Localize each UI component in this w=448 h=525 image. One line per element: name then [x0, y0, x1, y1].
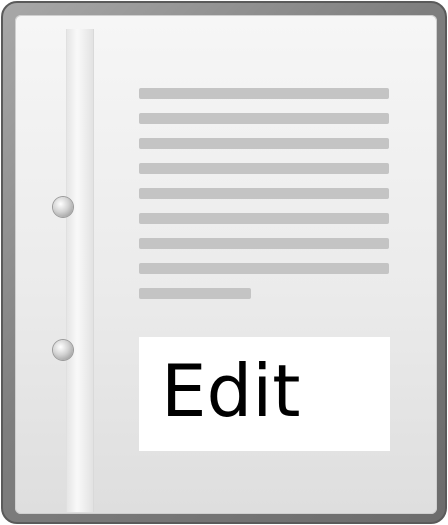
- binding-strip: [66, 29, 94, 512]
- text-line: [139, 238, 389, 249]
- text-line: [139, 263, 389, 274]
- text-line: [139, 213, 389, 224]
- punch-hole-bottom-icon: [53, 340, 73, 360]
- document-icon: Edit: [0, 0, 448, 525]
- edit-label: Edit: [161, 349, 301, 433]
- document-frame: Edit: [1, 1, 447, 524]
- text-lines: [139, 88, 389, 313]
- text-line: [139, 138, 389, 149]
- text-line: [139, 188, 389, 199]
- edit-label-box: Edit: [139, 337, 390, 451]
- text-line: [139, 88, 389, 99]
- text-line-short: [139, 288, 251, 299]
- text-line: [139, 163, 389, 174]
- text-line: [139, 113, 389, 124]
- punch-hole-top-icon: [53, 197, 73, 217]
- paper-sheet: Edit: [15, 15, 437, 514]
